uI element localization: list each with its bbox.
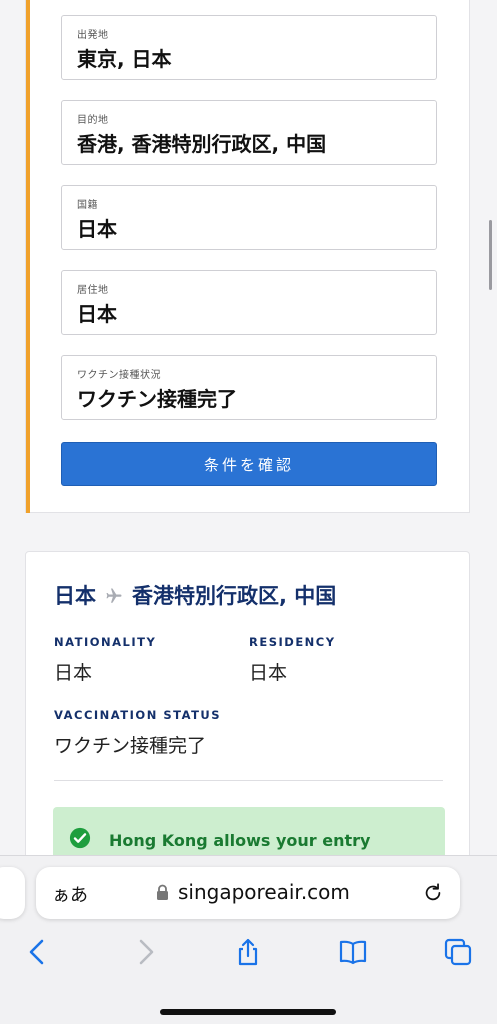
nationality-field-label: 国籍 — [77, 200, 98, 211]
vaccination-status-label: VACCINATION STATUS — [54, 708, 222, 722]
vaccination-field-value: ワクチン接種完了 — [77, 387, 237, 411]
nationality-label: NATIONALITY — [54, 635, 157, 649]
bookmarks-icon[interactable] — [338, 937, 368, 967]
residence-field-label: 居住地 — [77, 285, 109, 296]
destination-value: 香港, 香港特別行政区, 中国 — [77, 132, 327, 156]
nationality-field[interactable]: 国籍 日本 — [61, 185, 437, 250]
share-icon[interactable] — [233, 937, 263, 967]
vaccination-field-label: ワクチン接種状況 — [77, 370, 161, 381]
vaccination-status-value: ワクチン接種完了 — [54, 735, 207, 757]
residency-value: 日本 — [249, 662, 288, 684]
residence-field-value: 日本 — [77, 302, 117, 326]
address-bar[interactable]: ぁあ singaporeair.com — [36, 867, 460, 919]
vaccination-field[interactable]: ワクチン接種状況 ワクチン接種完了 — [61, 355, 437, 420]
tabs-icon[interactable] — [443, 937, 473, 967]
previous-tab-pill[interactable] — [0, 867, 25, 919]
lock-icon — [157, 884, 168, 900]
destination-field[interactable]: 目的地 香港, 香港特別行政区, 中国 — [61, 100, 437, 165]
check-requirements-button[interactable]: 条件を確認 — [61, 442, 437, 486]
nationality-field-value: 日本 — [77, 217, 117, 241]
departure-label: 出発地 — [77, 30, 109, 41]
result-card: 日本 香港特別行政区, 中国 NATIONALITY 日本 RESIDENCY … — [25, 551, 470, 871]
destination-label: 目的地 — [77, 115, 109, 126]
scroll-indicator[interactable] — [489, 220, 492, 290]
forward-icon[interactable] — [130, 937, 160, 967]
safari-toolbar: ぁあ singaporeair.com — [0, 855, 497, 1024]
back-icon[interactable] — [23, 937, 53, 967]
form-accent-bar — [26, 0, 30, 513]
route-origin: 日本 — [54, 584, 96, 608]
departure-field[interactable]: 出発地 東京, 日本 — [61, 15, 437, 80]
check-circle-icon — [69, 827, 91, 849]
text-size-button[interactable]: ぁあ — [52, 881, 88, 907]
residency-label: RESIDENCY — [249, 635, 336, 649]
entry-allowed-text: Hong Kong allows your entry — [109, 831, 371, 850]
nationality-value: 日本 — [54, 662, 93, 684]
page: 出発地 東京, 日本 目的地 香港, 香港特別行政区, 中国 国籍 日本 居住地… — [0, 0, 497, 1024]
departure-value: 東京, 日本 — [77, 47, 172, 71]
route-destination: 香港特別行政区, 中国 — [132, 584, 337, 608]
result-divider — [54, 780, 443, 781]
plane-icon — [105, 586, 123, 604]
route-heading: 日本 香港特別行政区, 中国 — [54, 580, 336, 610]
url-text[interactable]: singaporeair.com — [178, 880, 350, 904]
home-indicator — [160, 1009, 336, 1015]
residence-field[interactable]: 居住地 日本 — [61, 270, 437, 335]
reload-icon[interactable] — [422, 881, 444, 903]
